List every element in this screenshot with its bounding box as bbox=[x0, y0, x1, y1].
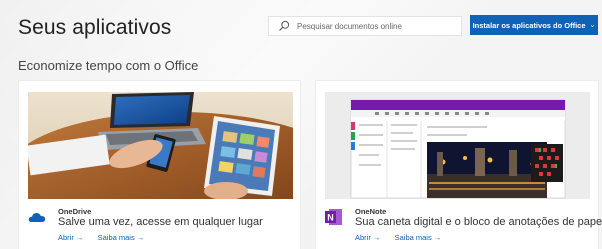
onedrive-cloud-icon bbox=[28, 213, 46, 222]
app-name: OneDrive bbox=[58, 207, 92, 216]
learn-more-onedrive-link[interactable]: Saiba mais → bbox=[98, 233, 145, 242]
page-header: Seus aplicativos Instalar os aplicativos… bbox=[0, 0, 602, 56]
app-links: Abrir → Saiba mais → bbox=[58, 233, 144, 242]
section-title: Economize tempo com o Office bbox=[18, 58, 199, 73]
search-icon bbox=[279, 20, 290, 31]
onenote-hero-image bbox=[325, 92, 590, 199]
app-description: Sua caneta digital e o bloco de anotaçõe… bbox=[355, 216, 602, 228]
open-onenote-link[interactable]: Abrir → bbox=[355, 233, 380, 242]
onedrive-hero-image bbox=[28, 92, 293, 199]
learn-more-onenote-link[interactable]: Saiba mais → bbox=[395, 233, 442, 242]
open-onedrive-link[interactable]: Abrir → bbox=[58, 233, 83, 242]
app-links: Abrir → Saiba mais → bbox=[355, 233, 441, 242]
app-name: OneNote bbox=[355, 207, 387, 216]
install-office-button[interactable]: Instalar os aplicativos do Office ⌄ bbox=[470, 15, 598, 35]
app-card-onedrive[interactable]: OneDrive Salve uma vez, acesse em qualqu… bbox=[18, 80, 301, 249]
onenote-icon: N bbox=[325, 209, 342, 225]
svg-text:N: N bbox=[327, 213, 334, 223]
install-office-label: Instalar os aplicativos do Office bbox=[472, 20, 586, 30]
app-description: Salve uma vez, acesse em qualquer lugar bbox=[58, 216, 263, 228]
page-title: Seus aplicativos bbox=[18, 16, 172, 39]
app-card-onenote[interactable]: N OneNote Sua caneta digital e o bloco d… bbox=[315, 80, 602, 249]
search-box[interactable] bbox=[268, 16, 462, 36]
chevron-down-icon: ⌄ bbox=[589, 22, 596, 29]
search-input[interactable] bbox=[297, 19, 457, 34]
